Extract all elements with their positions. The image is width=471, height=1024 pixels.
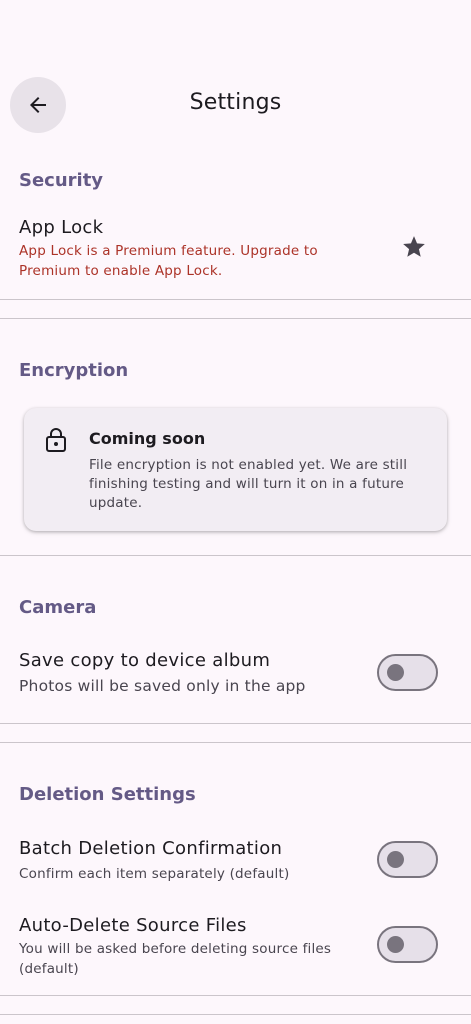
batch-deletion-title: Batch Deletion Confirmation (19, 838, 283, 859)
divider (0, 1014, 471, 1015)
card-body: File encryption is not enabled yet. We a… (89, 457, 408, 511)
switch-thumb (387, 851, 404, 868)
divider (0, 555, 471, 556)
coming-soon-card: Coming soon File encryption is not enabl… (24, 408, 447, 531)
batch-deletion-switch[interactable] (377, 841, 438, 878)
settings-screen: Settings Security App Lock App Lock is a… (0, 0, 471, 1024)
auto-delete-switch[interactable] (377, 926, 438, 963)
switch-thumb (387, 664, 404, 681)
section-header-camera: Camera (19, 597, 97, 618)
section-header-encryption: Encryption (19, 360, 129, 381)
section-header-deletion: Deletion Settings (19, 784, 196, 805)
divider (0, 318, 471, 319)
batch-deletion-subtitle: Confirm each item separately (default) (19, 866, 290, 882)
divider (0, 995, 471, 996)
save-copy-switch[interactable] (377, 654, 438, 691)
divider (0, 742, 471, 743)
star-icon (403, 236, 425, 257)
section-header-security: Security (19, 170, 104, 191)
page-title: Settings (189, 90, 282, 115)
switch-thumb (387, 936, 404, 953)
app-lock-title: App Lock (19, 217, 104, 238)
divider (0, 723, 471, 724)
save-copy-subtitle: Photos will be saved only in the app (19, 677, 306, 695)
save-copy-title: Save copy to device album (19, 650, 271, 671)
divider (0, 299, 471, 300)
top-app-bar: Settings (0, 76, 471, 136)
card-title: Coming soon (89, 429, 206, 448)
app-lock-premium-note: App Lock is a Premium feature. Upgrade t… (19, 243, 318, 279)
lock-icon (46, 428, 66, 452)
auto-delete-title: Auto-Delete Source Files (19, 915, 247, 936)
auto-delete-subtitle: You will be asked before deleting source… (19, 941, 332, 977)
